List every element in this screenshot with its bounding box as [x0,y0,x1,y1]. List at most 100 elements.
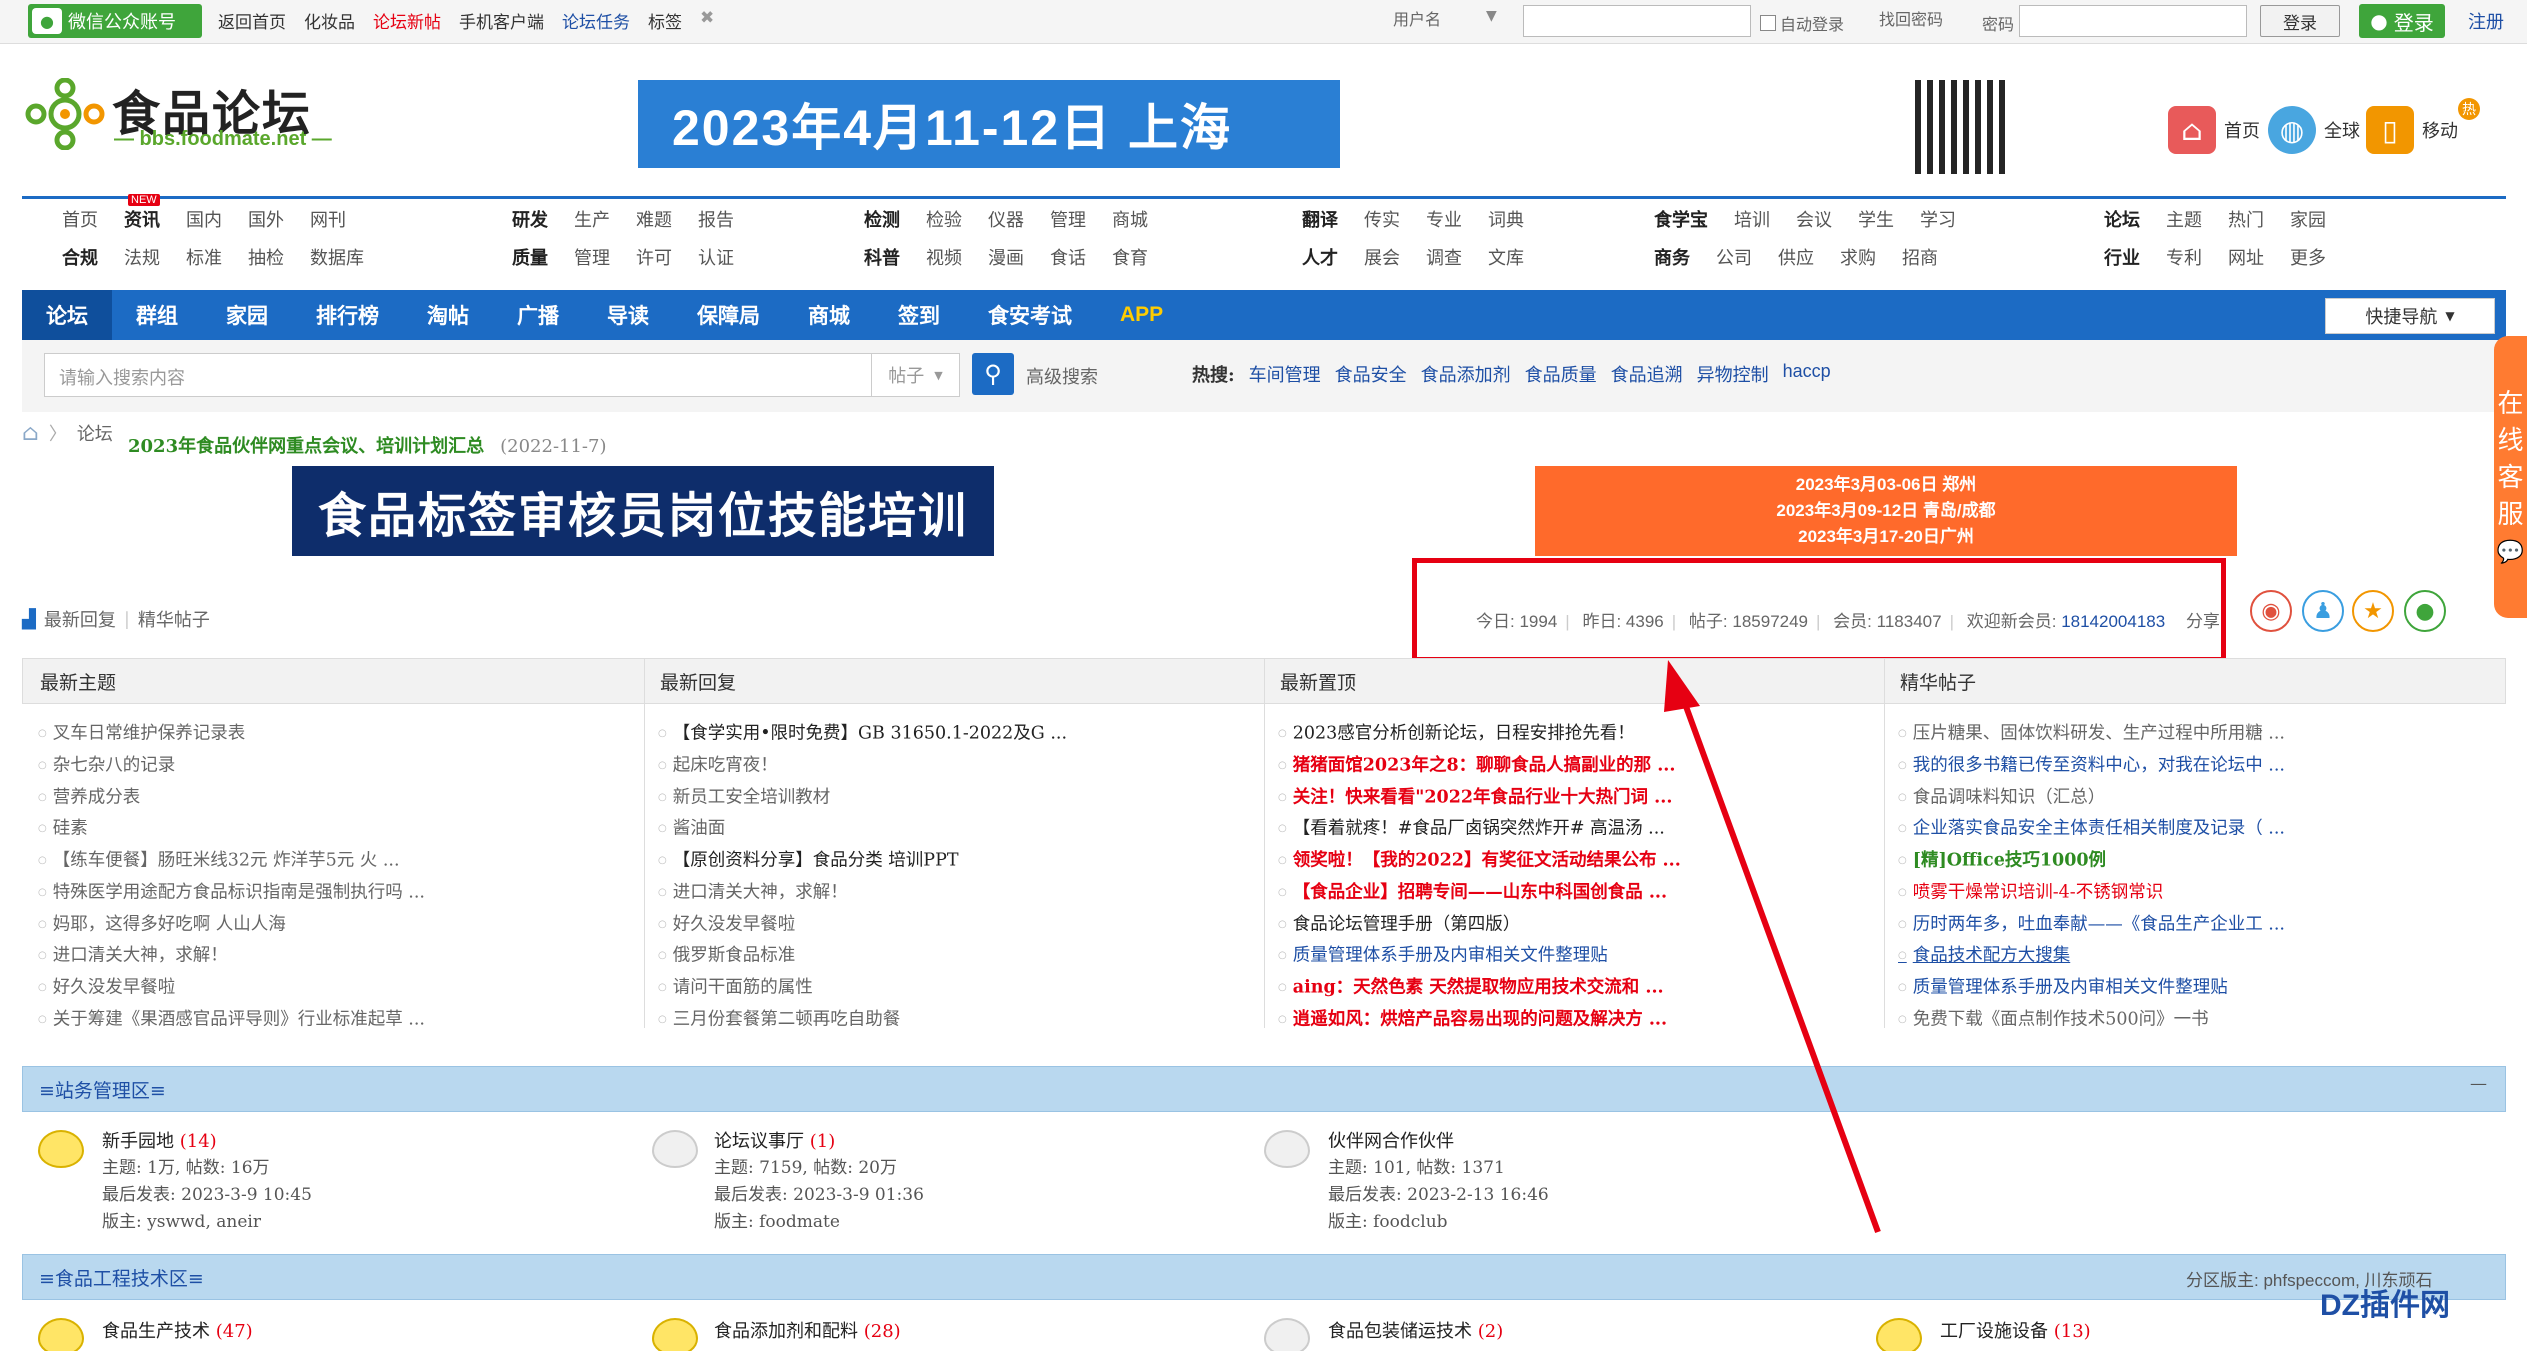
list-item[interactable]: 压片糖果、固体饮料研发、生产过程中所用糖 ... [1898,718,2498,750]
nav-forum[interactable]: 论坛 [22,290,112,340]
cat-item[interactable]: 更多 [2290,248,2326,269]
cat-item[interactable]: 难题 [636,210,672,231]
home-icon[interactable]: ⌂ [22,421,39,446]
forum-name-link[interactable]: 工厂设施设备 [1940,1321,2048,1342]
nav-broadcast[interactable]: 广播 [493,290,583,340]
nav-guide[interactable]: 导读 [583,290,673,340]
list-item[interactable]: 【看着就疼！#食品厂卤锅突然炸开# 高温汤 ... [1278,813,1878,845]
cat-item[interactable]: 食话 [1050,248,1086,269]
list-item[interactable]: 历时两年多，吐血奉献——《食品生产企业工 ... [1898,909,2498,941]
link-tasks[interactable]: 论坛任务 [562,8,630,33]
register-link[interactable]: 注册 [2468,8,2504,34]
cat-item[interactable]: 质量 [512,248,548,269]
logo-icon[interactable] [22,78,108,150]
cat-item[interactable]: 商城 [1112,210,1148,231]
nav-mall[interactable]: 商城 [784,290,874,340]
cat-item[interactable]: 研发 [512,210,548,231]
close-icon[interactable]: ✖ [700,8,714,33]
cat-item[interactable]: 文库 [1488,248,1524,269]
cat-item[interactable]: 管理 [574,248,610,269]
online-service-tab[interactable]: 在 线 客 服 💬 [2494,336,2527,618]
cat-item[interactable]: 生产 [574,210,610,231]
nav-ranking[interactable]: 排行榜 [292,290,403,340]
hot-search-item[interactable]: haccp [1783,361,1831,387]
list-item[interactable]: 三月份套餐第二顿再吃自助餐 [658,1004,1258,1036]
cat-item[interactable]: 首页 [62,210,98,231]
nav-home[interactable]: 家园 [202,290,292,340]
wechat-share-icon[interactable]: ● [2404,590,2446,632]
wechat-account-button[interactable]: ● 微信公众账号 [28,4,202,38]
username-input[interactable] [1523,5,1751,37]
cat-item[interactable]: 翻译 [1302,210,1338,231]
login-button[interactable]: 登录 [2260,5,2340,37]
list-item[interactable]: 关注！快来看看"2022年食品行业十大热门词 ... [1278,782,1878,814]
cat-item[interactable]: 仪器 [988,210,1024,231]
cat-item[interactable]: 调查 [1426,248,1462,269]
cat-item[interactable]: 管理 [1050,210,1086,231]
list-item[interactable]: 好久没发早餐啦 [658,909,1258,941]
list-item[interactable]: 特殊医学用途配方食品标识指南是强制执行吗 ... [38,877,638,909]
list-item[interactable]: 食品技术配方大搜集 [1898,940,2498,972]
link-mobile[interactable]: 手机客户端 [459,8,544,33]
cat-item[interactable]: 求购 [1840,248,1876,269]
forum-name-link[interactable]: 食品添加剂和配料 [714,1321,858,1342]
header-home[interactable]: ⌂ 首页 [2168,106,2260,154]
list-item[interactable]: 【食品企业】招聘专间——山东中科国创食品 ... [1278,877,1878,909]
cat-item[interactable]: 网刊 [310,210,346,231]
cat-item[interactable]: 学生 [1858,210,1894,231]
featured-posts-link[interactable]: 精华帖子 [138,606,210,632]
cat-item[interactable]: 专业 [1426,210,1462,231]
cat-item[interactable]: 合规 [62,248,98,269]
nav-app[interactable]: APP [1096,290,1187,340]
list-item[interactable]: 食品调味料知识（汇总） [1898,782,2498,814]
latest-replies-link[interactable]: 最新回复 [44,606,116,632]
cat-item[interactable]: 标准 [186,248,222,269]
list-item[interactable]: 逍遥如风：烘焙产品容易出现的问题及解决方 ... [1278,1004,1878,1036]
nav-groups[interactable]: 群组 [112,290,202,340]
ad-banner-schedule[interactable]: 2023年3月03-06日 郑州 2023年3月09-12日 青岛/成都 202… [1535,466,2237,556]
cat-item[interactable]: 食育 [1112,248,1148,269]
link-home[interactable]: 返回首页 [218,8,286,33]
advanced-search-link[interactable]: 高级搜索 [1026,363,1098,389]
list-item[interactable]: 杂七杂八的记录 [38,750,638,782]
list-item[interactable]: 进口清关大神，求解！ [658,877,1258,909]
cat-item[interactable]: 视频 [926,248,962,269]
cat-item[interactable]: 学习 [1920,210,1956,231]
cat-item[interactable]: 资讯 [124,210,160,231]
cat-item[interactable]: 招商 [1902,248,1938,269]
nav-taotie[interactable]: 淘帖 [403,290,493,340]
list-item[interactable]: 质量管理体系手册及内审相关文件整理贴 [1898,972,2498,1004]
star-icon[interactable]: ★ [2352,590,2394,632]
chevron-down-icon[interactable]: ▼ [1486,8,1497,24]
list-item[interactable]: 进口清关大神，求解！ [38,940,638,972]
list-item[interactable]: 【原创资料分享】食品分类 培训PPT [658,845,1258,877]
search-input[interactable]: 请输入搜索内容 [44,353,872,397]
quick-nav-button[interactable]: 快捷导航 ▼ [2325,298,2495,334]
list-item[interactable]: 喷雾干燥常识培训-4-不锈钢常识 [1898,877,2498,909]
cat-item[interactable]: 检验 [926,210,962,231]
list-item[interactable]: 我的很多书籍已传至资料中心，对我在论坛中 ... [1898,750,2498,782]
cat-item[interactable]: 商务 [1654,248,1690,269]
nav-exam[interactable]: 食安考试 [964,290,1096,340]
cat-item[interactable]: 国外 [248,210,284,231]
link-cosmetics[interactable]: 化妆品 [304,8,355,33]
cat-item[interactable]: 食学宝 [1654,210,1708,231]
cat-item[interactable]: 论坛 [2104,210,2140,231]
list-item[interactable]: 请问干面筋的属性 [658,972,1258,1004]
nav-guarantee[interactable]: 保障局 [673,290,784,340]
cat-item[interactable]: 家园 [2290,210,2326,231]
cat-item[interactable]: 抽检 [248,248,284,269]
cat-item[interactable]: 许可 [636,248,672,269]
hot-search-item[interactable]: 异物控制 [1697,361,1769,387]
list-item[interactable]: 起床吃宵夜！ [658,750,1258,782]
header-global[interactable]: ◍ 全球 [2268,106,2360,154]
auto-login-checkbox[interactable] [1760,15,1776,31]
cat-item[interactable]: 漫画 [988,248,1024,269]
cat-item[interactable]: 数据库 [310,248,364,269]
forum-name-link[interactable]: 食品生产技术 [102,1321,210,1342]
auto-login[interactable]: 自动登录 [1760,11,1844,35]
forgot-password-link[interactable]: 找回密码 [1879,6,1943,30]
wechat-login-button[interactable]: ● 登录 [2359,4,2445,38]
cat-item[interactable]: 人才 [1302,248,1338,269]
cat-item[interactable]: 热门 [2228,210,2264,231]
